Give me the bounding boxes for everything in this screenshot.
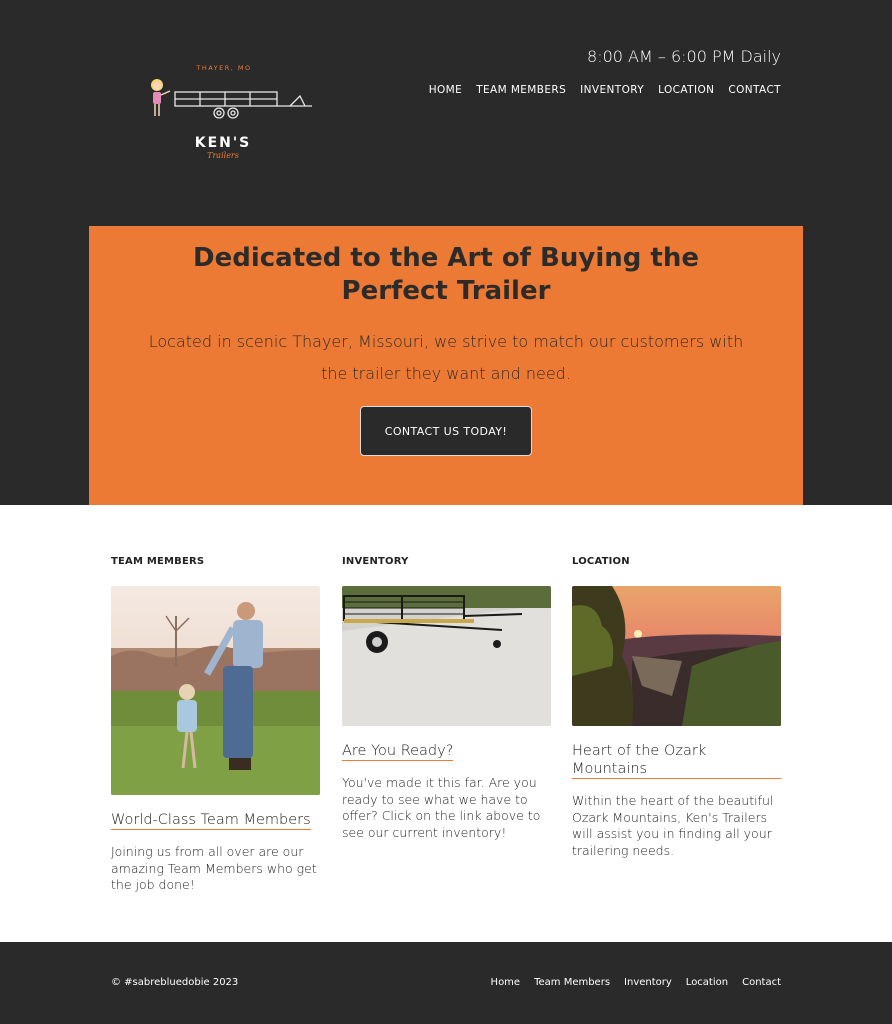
column-heading: LOCATION <box>572 556 630 567</box>
kens-trailers-logo[interactable]: THAYER, MO KEN'S Trailers <box>140 58 320 168</box>
card-text: Joining us from all over are our amazing… <box>111 844 317 892</box>
logo-script: Trailers <box>207 151 239 160</box>
ozark-sunset-photo <box>572 586 781 726</box>
logo-top-text: THAYER, MO <box>195 64 251 72</box>
nav-team-members[interactable]: TEAM MEMBERS <box>476 84 566 96</box>
card-title-link[interactable]: Heart of the Ozark Mountains <box>572 742 781 779</box>
card-title-link[interactable]: Are You Ready? <box>342 742 454 761</box>
nav-home[interactable]: HOME <box>429 84 462 96</box>
footer-nav: Home Team Members Inventory Location Con… <box>491 977 781 988</box>
business-hours: 8:00 AM – 6:00 PM Daily <box>587 47 781 66</box>
father-daughter-photo <box>111 586 320 795</box>
hero-banner: Dedicated to the Art of Buying the Perfe… <box>89 226 803 505</box>
location-column: LOCATION Heart of the Ozark Mountains Wi… <box>572 556 781 859</box>
footer-nav-team-members[interactable]: Team Members <box>534 977 610 988</box>
inventory-column: INVENTORY Are You Ready? You've made it … <box>342 556 551 841</box>
card-text: Within the heart of the beautiful Ozark … <box>572 793 774 858</box>
site-footer: © #sabrebluedobie 2023 Home Team Members… <box>0 942 892 1024</box>
footer-nav-location[interactable]: Location <box>686 977 728 988</box>
nav-contact[interactable]: CONTACT <box>728 84 781 96</box>
nav-location[interactable]: LOCATION <box>658 84 714 96</box>
footer-nav-inventory[interactable]: Inventory <box>624 977 672 988</box>
hero-text: Located in scenic Thayer, Missouri, we s… <box>148 332 744 383</box>
main-nav: HOME TEAM MEMBERS INVENTORY LOCATION CON… <box>429 84 781 96</box>
footer-nav-home[interactable]: Home <box>491 977 521 988</box>
nav-inventory[interactable]: INVENTORY <box>580 84 644 96</box>
column-heading: INVENTORY <box>342 556 409 567</box>
column-heading: TEAM MEMBERS <box>111 556 205 567</box>
trailer-lot-photo <box>342 586 551 726</box>
logo-name: KEN'S <box>195 135 252 151</box>
copyright-text: © #sabrebluedobie 2023 <box>111 977 239 988</box>
card-title-link[interactable]: World-Class Team Members <box>111 811 311 830</box>
contact-us-button[interactable]: CONTACT US TODAY! <box>360 406 532 456</box>
hero-title: Dedicated to the Art of Buying the Perfe… <box>193 243 699 306</box>
card-text: You've made it this far. Are you ready t… <box>342 775 541 840</box>
team-members-column: TEAM MEMBERS World-Class Team Members Jo… <box>111 556 320 894</box>
footer-nav-contact[interactable]: Contact <box>742 977 781 988</box>
